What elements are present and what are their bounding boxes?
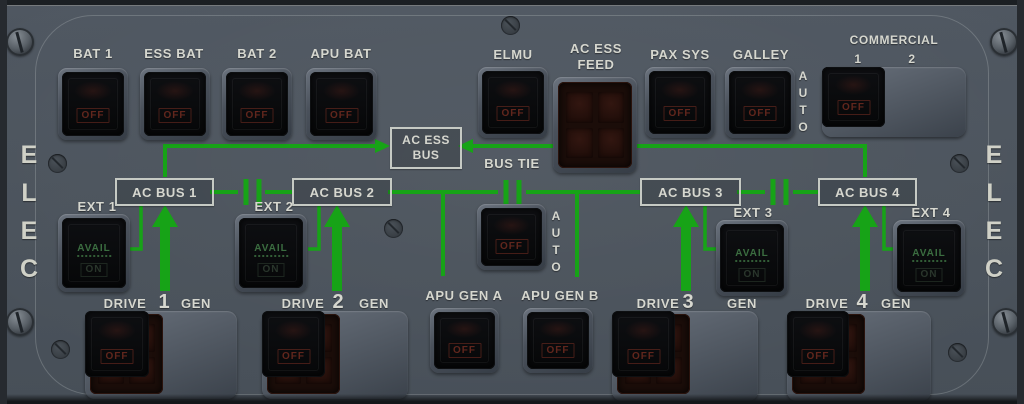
channel-1-number: 1 — [158, 291, 169, 314]
panel-title-right: ELEC — [979, 141, 1008, 293]
bat1-label: BAT 1 — [73, 46, 113, 61]
ess-bat-label: ESS BAT — [144, 46, 204, 61]
gen1-group: OFF — [85, 311, 237, 399]
ess-bat-face: OFF — [144, 72, 206, 136]
pax-sys-button[interactable]: OFF — [645, 67, 715, 138]
screw-icon — [48, 154, 67, 173]
drive3-label: DRIVE — [637, 296, 680, 311]
apu-bat-button[interactable]: OFF — [306, 68, 377, 140]
apu-gen-a-label: APU GEN A — [425, 288, 502, 303]
bat2-button[interactable]: OFF — [222, 68, 292, 140]
gen4-group: OFF — [787, 311, 931, 401]
gen2-button[interactable]: OFF — [262, 311, 325, 377]
bus-tie-button[interactable]: OFF — [477, 204, 546, 270]
gen3-button[interactable]: OFF — [612, 311, 675, 377]
elmu-label: ELMU — [493, 47, 532, 62]
gen4-button[interactable]: OFF — [787, 311, 849, 377]
ext1-button[interactable]: AVAILON — [58, 214, 130, 292]
drive2-label: DRIVE — [282, 296, 325, 311]
commercial-2-button[interactable]: OFF — [822, 67, 885, 127]
elec-overhead-panel: ELEC ELEC BAT 1 ESS BAT BAT 2 APU BAT EL… — [0, 0, 1024, 404]
ac-bus-2-box: AC BUS 2 — [292, 178, 392, 206]
ac-bus-3-box: AC BUS 3 — [640, 178, 741, 206]
screw-icon — [990, 28, 1018, 56]
ext4-label: EXT 4 — [911, 205, 950, 220]
commercial-group: OFF OFF — [822, 67, 966, 137]
panel-left-edge — [0, 0, 7, 404]
bus-tie-auto-label: AUTO — [549, 209, 563, 277]
ac-ess-bus-box: AC ESSBUS — [390, 127, 462, 169]
ext3-label: EXT 3 — [733, 205, 772, 220]
gen3-label: GEN — [727, 296, 757, 311]
screw-icon — [384, 219, 403, 238]
bat1-button[interactable]: OFF — [58, 68, 128, 140]
apu-gen-b-button[interactable]: OFF — [523, 308, 593, 373]
bus-tie-label: BUS TIE — [484, 156, 539, 171]
ext1-label: EXT 1 — [77, 199, 116, 214]
ext2-label: EXT 2 — [254, 199, 293, 214]
channel-3-number: 3 — [682, 291, 693, 314]
commercial-2-label: 2 — [908, 52, 915, 66]
pax-sys-face: OFF — [649, 71, 711, 134]
commercial-label: COMMERCIAL — [850, 33, 939, 47]
elmu-face: OFF — [482, 71, 544, 134]
ext3-button[interactable]: AVAILON — [716, 220, 788, 296]
screw-icon — [501, 16, 520, 35]
apu-gen-b-face: OFF — [527, 312, 589, 369]
ac-ess-feed-button[interactable] — [553, 77, 637, 173]
gen3-group: OFF — [612, 311, 758, 401]
apu-gen-a-button[interactable]: OFF — [430, 308, 499, 373]
drive1-label: DRIVE — [104, 296, 147, 311]
apu-gen-a-face: OFF — [434, 312, 495, 369]
screw-icon — [948, 343, 967, 362]
gen2-label: GEN — [359, 296, 389, 311]
ext4-button[interactable]: AVAILON — [893, 220, 965, 296]
bat2-label: BAT 2 — [237, 46, 277, 61]
bat1-face: OFF — [62, 72, 124, 136]
gen1-label: GEN — [181, 296, 211, 311]
ext1-face: AVAILON — [62, 218, 126, 288]
gen4-label: GEN — [881, 296, 911, 311]
galley-button[interactable]: OFF — [725, 67, 795, 138]
ext3-face: AVAILON — [720, 224, 784, 292]
channel-2-number: 2 — [332, 291, 343, 314]
ext4-face: AVAILON — [897, 224, 961, 292]
panel-right-edge — [1017, 0, 1024, 404]
apu-bat-face: OFF — [310, 72, 373, 136]
screw-icon — [992, 308, 1020, 336]
commercial-1-label: 1 — [854, 52, 861, 66]
ac-ess-feed-label-2: FEED — [577, 57, 614, 72]
galley-auto-label: AUTO — [796, 69, 810, 137]
gen1-button[interactable]: OFF — [85, 311, 149, 377]
ac-bus-1-box: AC BUS 1 — [115, 178, 214, 206]
ac-ess-feed-label-1: AC ESS — [570, 41, 622, 56]
gen2-group: OFF — [262, 311, 408, 399]
screw-icon — [51, 340, 70, 359]
elmu-button[interactable]: OFF — [478, 67, 548, 138]
pax-sys-label: PAX SYS — [650, 47, 710, 62]
galley-face: OFF — [729, 71, 791, 134]
screw-icon — [950, 154, 969, 173]
bat2-face: OFF — [226, 72, 288, 136]
ac-bus-4-box: AC BUS 4 — [818, 178, 917, 206]
ess-bat-button[interactable]: OFF — [140, 68, 210, 140]
panel-bottom-edge — [0, 394, 1024, 404]
ext2-button[interactable]: AVAILON — [235, 214, 307, 292]
apu-bat-label: APU BAT — [310, 46, 371, 61]
ext2-face: AVAILON — [239, 218, 303, 288]
screw-icon — [6, 308, 34, 336]
ac-ess-feed-annunciator — [558, 82, 632, 168]
galley-label: GALLEY — [733, 47, 789, 62]
panel-title-left: ELEC — [14, 141, 43, 293]
panel-top-edge — [0, 0, 1024, 6]
bus-tie-face: OFF — [481, 208, 542, 266]
apu-gen-b-label: APU GEN B — [521, 288, 599, 303]
screw-icon — [6, 28, 34, 56]
drive4-label: DRIVE — [806, 296, 849, 311]
channel-4-number: 4 — [856, 291, 867, 314]
